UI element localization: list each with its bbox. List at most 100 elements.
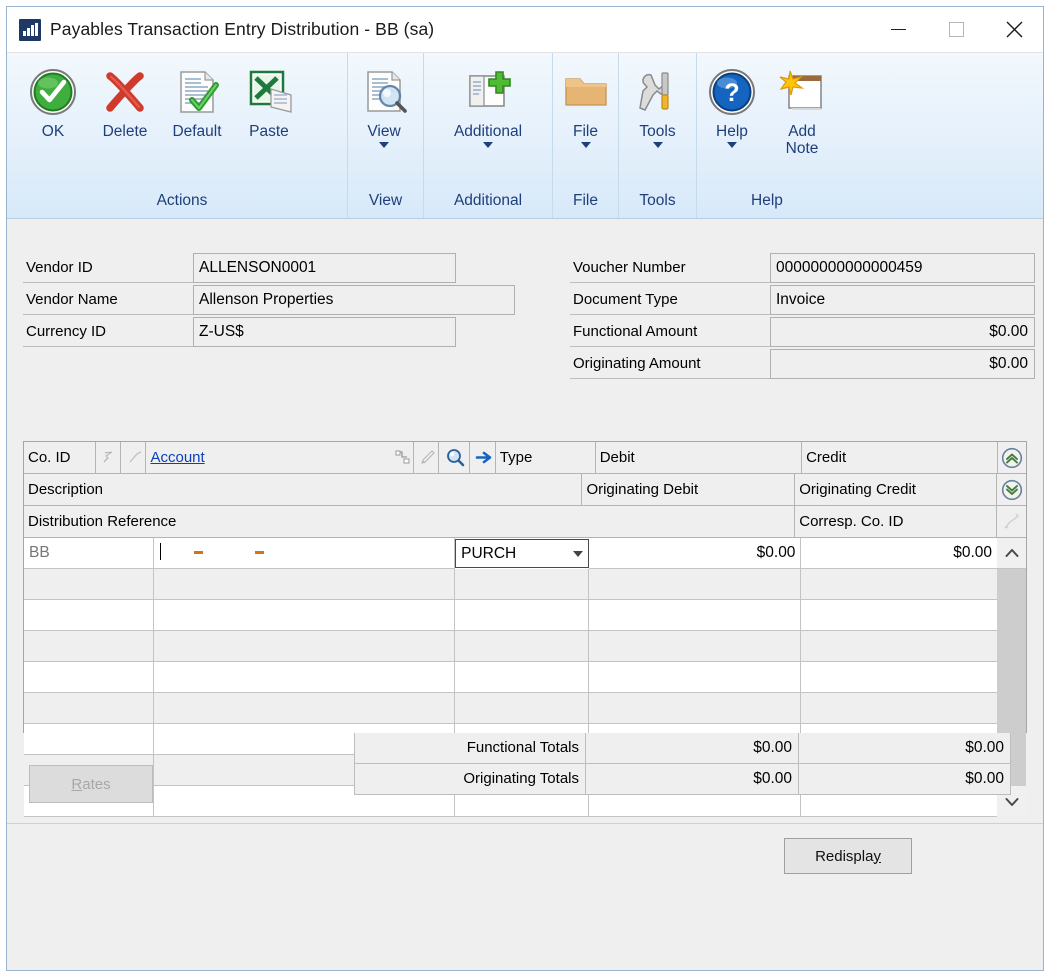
edit-pencil-icon[interactable] bbox=[414, 442, 440, 473]
default-button[interactable]: Default bbox=[161, 53, 233, 188]
cell-type[interactable] bbox=[455, 662, 589, 693]
add-note-button[interactable]: Add Note bbox=[767, 53, 837, 188]
originating-totals-row: Originating Totals $0.00 $0.00 bbox=[354, 764, 1011, 795]
column-header-type: Type bbox=[496, 442, 596, 473]
column-header-originating-debit: Originating Debit bbox=[582, 474, 796, 505]
file-button-label: File bbox=[573, 123, 598, 140]
expand-tree-icon[interactable] bbox=[389, 442, 414, 473]
document-type-label: Document Type bbox=[570, 285, 770, 315]
cell-type[interactable]: PURCH bbox=[455, 538, 589, 569]
ribbon-group-label-file: File bbox=[573, 192, 598, 209]
additional-button[interactable]: Additional bbox=[424, 53, 552, 188]
scroll-to-top-icon[interactable] bbox=[998, 442, 1026, 473]
grid-note-icon[interactable] bbox=[997, 506, 1026, 537]
window-title: Payables Transaction Entry Distribution … bbox=[50, 19, 435, 39]
cell-co-id[interactable] bbox=[24, 662, 154, 693]
vendor-id-field[interactable]: ALLENSON0001 bbox=[193, 253, 456, 283]
table-row[interactable] bbox=[24, 693, 1026, 724]
cell-account[interactable] bbox=[153, 631, 456, 662]
column-header-originating-credit: Originating Credit bbox=[795, 474, 998, 505]
document-magnifier-icon bbox=[359, 65, 409, 119]
currency-id-field[interactable]: Z-US$ bbox=[193, 317, 456, 347]
cell-account[interactable] bbox=[153, 693, 456, 724]
column-header-debit: Debit bbox=[596, 442, 803, 473]
table-row[interactable] bbox=[24, 662, 1026, 693]
cell-credit[interactable] bbox=[801, 662, 998, 693]
scrollbar-up-button[interactable] bbox=[997, 538, 1026, 569]
voucher-fields: Voucher Number 00000000000000459 Documen… bbox=[570, 253, 1035, 379]
cell-credit[interactable] bbox=[801, 693, 998, 724]
originating-amount-label: Originating Amount bbox=[570, 349, 770, 379]
account-separator-1 bbox=[193, 551, 203, 554]
redisplay-prefix: Redispla bbox=[815, 847, 874, 865]
cell-debit[interactable] bbox=[588, 693, 802, 724]
lookup-right-icon[interactable] bbox=[121, 442, 147, 473]
column-header-credit: Credit bbox=[802, 442, 998, 473]
ribbon-group-label-help: Help bbox=[751, 192, 783, 209]
table-row[interactable] bbox=[24, 631, 1026, 662]
chevron-down-icon bbox=[652, 142, 663, 148]
cell-type[interactable] bbox=[455, 569, 589, 600]
redisplay-button[interactable]: Redisplay bbox=[784, 838, 912, 874]
cell-account[interactable] bbox=[153, 600, 456, 631]
maximize-button[interactable] bbox=[927, 7, 985, 52]
cell-debit[interactable] bbox=[588, 569, 802, 600]
cell-type[interactable] bbox=[455, 693, 589, 724]
voucher-number-field: 00000000000000459 bbox=[770, 253, 1035, 283]
scrollbar-thumb[interactable] bbox=[997, 662, 1026, 693]
cell-credit[interactable] bbox=[801, 600, 998, 631]
cell-account[interactable] bbox=[153, 538, 456, 569]
paste-button[interactable]: Paste bbox=[233, 53, 305, 188]
goto-arrow-icon[interactable] bbox=[470, 442, 496, 473]
table-row[interactable] bbox=[24, 600, 1026, 631]
cell-account[interactable] bbox=[153, 662, 456, 693]
cell-credit[interactable] bbox=[801, 631, 998, 662]
cell-co-id[interactable] bbox=[24, 569, 154, 600]
cell-co-id[interactable] bbox=[24, 600, 154, 631]
ok-button[interactable]: OK bbox=[17, 53, 89, 188]
cell-debit[interactable]: $0.00 bbox=[588, 538, 802, 569]
paste-button-label: Paste bbox=[249, 123, 289, 140]
table-row[interactable] bbox=[24, 569, 1026, 600]
ribbon-group-file: File File bbox=[552, 53, 618, 218]
scrollbar-thumb[interactable] bbox=[997, 569, 1026, 600]
tools-button[interactable]: Tools bbox=[619, 53, 696, 188]
cell-credit[interactable] bbox=[801, 569, 998, 600]
minimize-button[interactable] bbox=[869, 7, 927, 52]
scrollbar-thumb[interactable] bbox=[997, 631, 1026, 662]
scrollbar-thumb[interactable] bbox=[997, 600, 1026, 631]
view-button[interactable]: View bbox=[348, 53, 420, 188]
cell-debit[interactable] bbox=[588, 600, 802, 631]
cell-debit[interactable] bbox=[588, 662, 802, 693]
cell-type[interactable] bbox=[455, 600, 589, 631]
cell-debit[interactable] bbox=[588, 631, 802, 662]
vendor-name-row: Vendor Name Allenson Properties bbox=[23, 285, 515, 315]
help-button[interactable]: ? Help bbox=[697, 53, 767, 188]
magnifier-icon[interactable] bbox=[439, 442, 470, 473]
cell-co-id[interactable] bbox=[24, 631, 154, 662]
document-check-icon bbox=[172, 65, 222, 119]
cell-co-id[interactable] bbox=[24, 724, 154, 755]
cell-type[interactable] bbox=[455, 631, 589, 662]
file-button[interactable]: File bbox=[553, 53, 618, 188]
account-link[interactable]: Account bbox=[150, 442, 204, 473]
functional-totals-credit: $0.00 bbox=[799, 733, 1011, 764]
originating-totals-label: Originating Totals bbox=[354, 764, 586, 795]
vendor-fields: Vendor ID ALLENSON0001 Vendor Name Allen… bbox=[23, 253, 515, 347]
cell-account[interactable] bbox=[153, 569, 456, 600]
voucher-number-row: Voucher Number 00000000000000459 bbox=[570, 253, 1035, 283]
lookup-left-icon[interactable] bbox=[96, 442, 122, 473]
rates-button[interactable]: Rates bbox=[29, 765, 153, 803]
scroll-to-bottom-icon[interactable] bbox=[997, 474, 1026, 505]
ribbon-group-tools: Tools Tools bbox=[618, 53, 696, 218]
delete-button[interactable]: Delete bbox=[89, 53, 161, 188]
chevron-down-icon bbox=[572, 550, 583, 557]
cell-co-id[interactable]: BB bbox=[24, 538, 154, 569]
type-select[interactable]: PURCH bbox=[455, 539, 589, 568]
chevron-down-icon bbox=[483, 142, 493, 148]
cell-co-id[interactable] bbox=[24, 693, 154, 724]
table-row[interactable]: BB PURCH $0.00 $0.00 bbox=[24, 538, 1026, 569]
scrollbar-thumb[interactable] bbox=[997, 693, 1026, 724]
cell-credit[interactable]: $0.00 bbox=[801, 538, 998, 569]
close-button[interactable] bbox=[985, 7, 1043, 52]
